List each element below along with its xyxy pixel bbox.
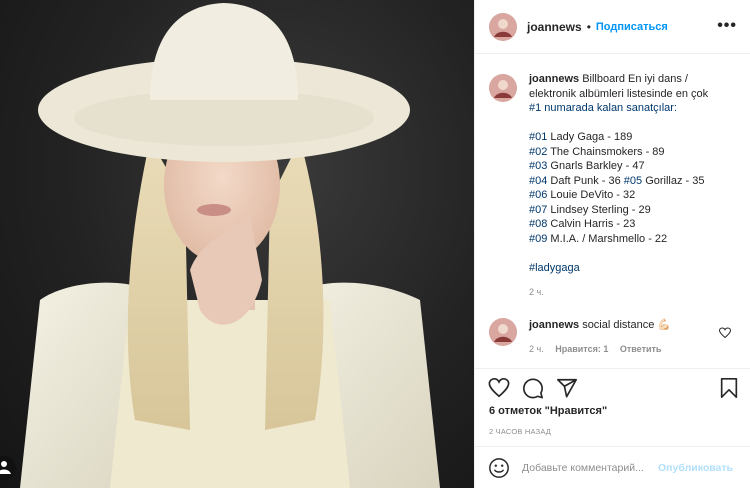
caption-hashtag: #ladygaga: [529, 261, 737, 276]
comment-text: joannews social distance 💪🏻 2 ч. Нравитс…: [529, 318, 719, 356]
ranking-item: #01 Lady Gaga - 189: [529, 131, 633, 143]
ranking-item: #04 Daft Punk - 36 #05 Gorillaz - 35: [529, 174, 705, 187]
heart-icon[interactable]: [488, 377, 510, 399]
caption: joannews Billboard En iyi dans / elektro…: [489, 72, 737, 300]
publish-button[interactable]: Опубликовать: [658, 462, 733, 474]
share-icon[interactable]: [556, 377, 578, 399]
header-username[interactable]: joannews: [527, 20, 582, 34]
comment-icon[interactable]: [522, 377, 544, 399]
comment-meta: 2 ч. Нравится: 1 Ответить: [529, 342, 719, 356]
comment-message: social distance: [582, 318, 655, 331]
follow-button[interactable]: Подписаться: [596, 21, 668, 33]
hashtag-link[interactable]: #05: [624, 175, 642, 187]
caption-text: joannews Billboard En iyi dans / elektro…: [529, 72, 737, 300]
post-sidebar: joannews • Подписаться ••• joannews Bill…: [474, 0, 750, 488]
hashtag-link[interactable]: #04: [529, 175, 547, 187]
emoji-picker-icon[interactable]: [488, 457, 510, 479]
caption-avatar[interactable]: [489, 74, 517, 102]
hashtag-link[interactable]: #08: [529, 218, 547, 230]
comment-time: 2 ч.: [529, 343, 544, 354]
caption-time: 2 ч.: [529, 287, 544, 297]
avatar[interactable]: [489, 12, 517, 41]
add-comment-bar: Опубликовать: [475, 446, 750, 488]
post-image[interactable]: [0, 0, 474, 488]
hashtag-link[interactable]: #03: [529, 160, 547, 172]
action-bar: [475, 368, 750, 406]
comment-likes-link[interactable]: Нравится: 1: [555, 344, 608, 354]
caption-line: elektronik albümleri listesinde en çok: [529, 87, 709, 100]
more-options-icon[interactable]: •••: [717, 18, 737, 34]
hashtag-link[interactable]: #02: [529, 146, 547, 158]
comment-input[interactable]: [522, 461, 656, 474]
ranking-item: #03 Gnarls Barkley - 47: [529, 160, 645, 172]
separator-dot: •: [586, 19, 591, 34]
hashtag-link[interactable]: #01: [529, 131, 547, 143]
hashtag-link[interactable]: #09: [529, 233, 547, 245]
comment-username[interactable]: joannews: [529, 319, 579, 331]
ranking-item: #02 The Chainsmokers - 89: [529, 145, 665, 158]
caption-line: Billboard En iyi dans /: [582, 73, 688, 85]
bookmark-icon[interactable]: [719, 377, 739, 404]
post-header: joannews • Подписаться •••: [475, 0, 750, 54]
ranking-item: #07 Lindsey Sterling - 29: [529, 203, 651, 216]
post-timestamp[interactable]: 2 ЧАСОВ НАЗАД: [489, 427, 551, 436]
caption-username[interactable]: joannews: [529, 73, 579, 85]
hashtag-link[interactable]: #1 numarada kalan sanatçılar:: [529, 102, 677, 114]
portrait-image: [0, 3, 440, 488]
comment-item: joannews social distance 💪🏻 2 ч. Нравитс…: [489, 317, 737, 356]
ranking-item: #06 Louie DeVito - 32: [529, 189, 636, 201]
ranking-item: #08 Calvin Harris - 23: [529, 218, 636, 230]
flexed-arm-emoji: 💪🏻: [657, 318, 672, 331]
likes-count[interactable]: 6 отметок "Нравится": [489, 405, 607, 417]
comment-avatar[interactable]: [489, 317, 517, 346]
reply-button[interactable]: Ответить: [620, 344, 662, 354]
comment-like-heart-icon[interactable]: [718, 326, 732, 344]
hashtag-link[interactable]: #ladygaga: [529, 262, 580, 274]
comments-section[interactable]: joannews Billboard En iyi dans / elektro…: [475, 54, 750, 368]
hashtag-link[interactable]: #06: [529, 189, 547, 201]
ranking-item: #09 M.I.A. / Marshmello - 22: [529, 232, 668, 245]
caption-line: #1 numarada kalan sanatçılar:: [529, 101, 737, 116]
hashtag-link[interactable]: #07: [529, 204, 547, 216]
